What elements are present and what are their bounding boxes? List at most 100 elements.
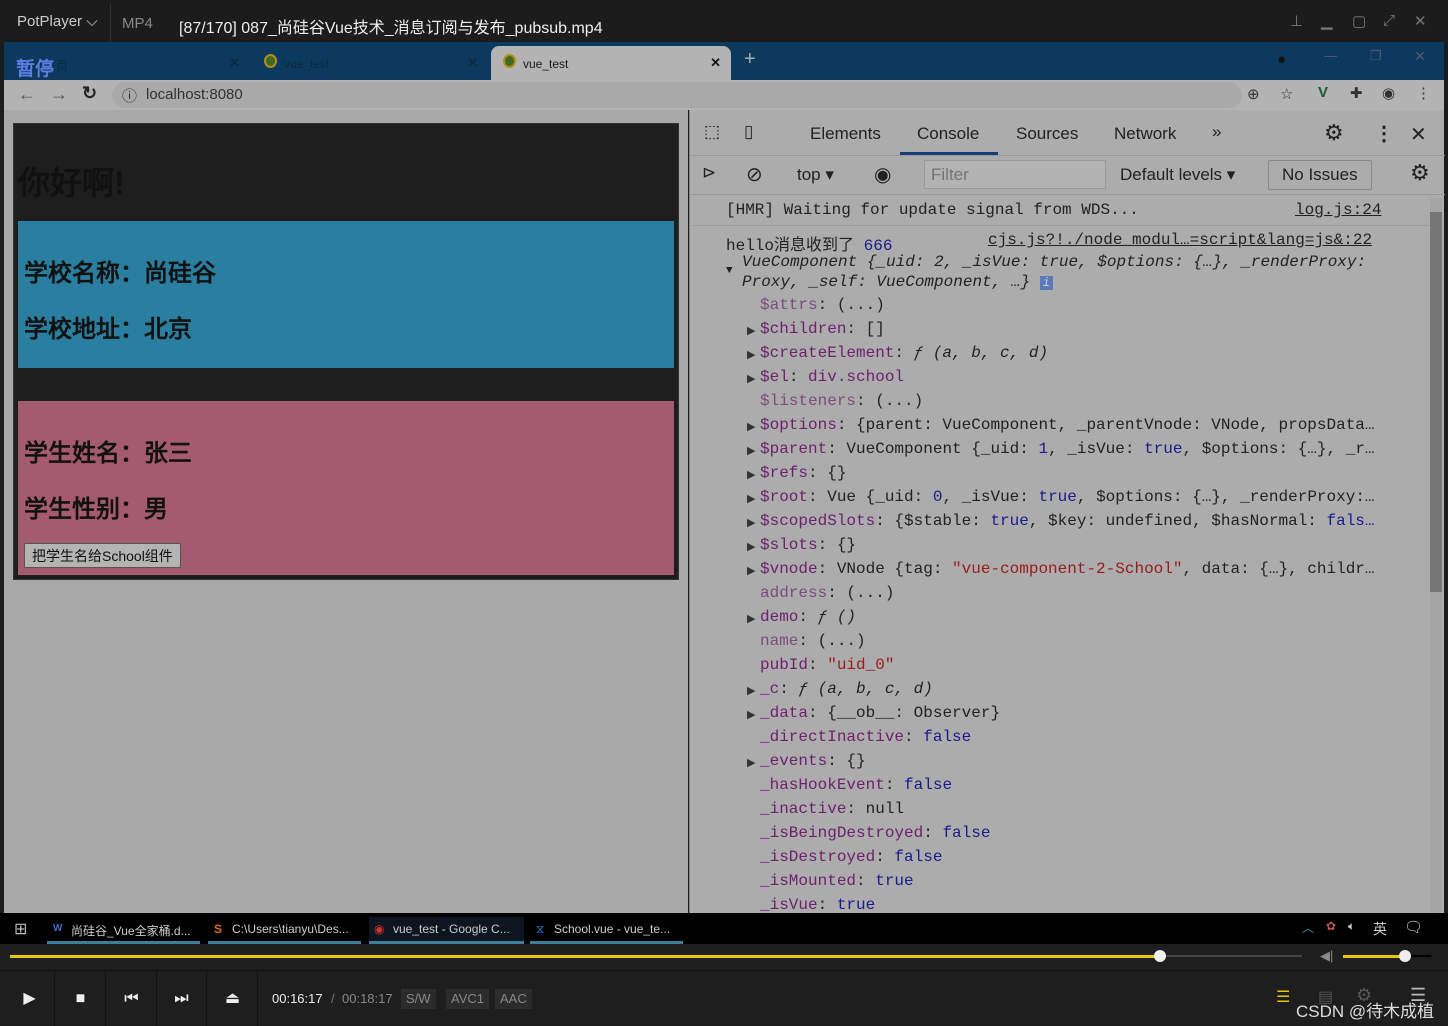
expand-triangle-icon[interactable]: ▶: [747, 564, 755, 578]
live-expression-eye-icon[interactable]: ◉: [874, 162, 891, 187]
audio-codec-badge[interactable]: AAC: [495, 989, 532, 1009]
record-icon[interactable]: ●: [1277, 51, 1286, 68]
property-row[interactable]: ▶ demo: ƒ (): [747, 608, 856, 632]
pin-icon[interactable]: ⊥: [1290, 12, 1303, 30]
taskbar-item-vscode[interactable]: ⧖ School.vue - vue_te...: [530, 917, 683, 944]
close-tab-icon[interactable]: ✕: [229, 55, 240, 71]
expand-triangle-icon[interactable]: ▶: [747, 372, 755, 386]
expand-triangle-icon[interactable]: ▶: [747, 420, 755, 434]
more-options-icon[interactable]: ⋮: [1374, 121, 1394, 146]
window-minimize-icon[interactable]: —: [1324, 48, 1337, 63]
ime-indicator[interactable]: 英: [1373, 919, 1387, 939]
tray-volume-icon[interactable]: 🔈︎: [1348, 919, 1355, 934]
context-select[interactable]: top ▾: [797, 165, 834, 185]
tab-console[interactable]: Console: [917, 124, 979, 144]
clear-console-icon[interactable]: ⊘: [746, 162, 763, 187]
expand-triangle-icon[interactable]: ▶: [747, 708, 755, 722]
scrollbar-thumb[interactable]: [1430, 212, 1442, 592]
window-close-icon[interactable]: ✕: [1414, 48, 1426, 65]
video-codec-badge[interactable]: AVC1: [446, 989, 489, 1009]
property-row[interactable]: ▶ $vnode: VNode {tag: "vue-component-2-Sc…: [747, 560, 1375, 584]
expand-triangle-icon[interactable]: ▶: [747, 684, 755, 698]
previous-icon[interactable]: ⏮︎: [107, 971, 157, 1026]
collapse-triangle-icon[interactable]: ▼: [726, 265, 733, 277]
browser-menu-icon[interactable]: ⋮: [1416, 84, 1431, 102]
fullscreen-icon[interactable]: ⤢: [1383, 12, 1395, 29]
extensions-icon[interactable]: ✚: [1350, 84, 1363, 102]
tab-elements[interactable]: Elements: [810, 124, 881, 144]
window-restore-icon[interactable]: ❐: [1370, 48, 1382, 64]
property-row[interactable]: ▶ $refs: {}: [747, 464, 846, 488]
property-row[interactable]: ▶ $scopedSlots: {$stable: true, $key: und…: [747, 512, 1375, 536]
notification-icon[interactable]: 🗨︎: [1404, 918, 1423, 936]
url-input[interactable]: ⓘ localhost:8080 ⊕ ☆: [112, 82, 1293, 108]
expand-triangle-icon[interactable]: ▶: [747, 612, 755, 626]
expand-triangle-icon[interactable]: ▶: [747, 468, 755, 482]
profile-avatar-icon[interactable]: ◉: [1382, 84, 1395, 102]
close-tab-icon[interactable]: ✕: [467, 55, 478, 71]
windows-start-icon[interactable]: ⊞: [14, 919, 27, 939]
new-tab-icon[interactable]: +: [744, 48, 756, 71]
property-row[interactable]: ▶ $createElement: ƒ (a, b, c, d): [747, 344, 1048, 368]
expand-triangle-icon[interactable]: ▶: [747, 756, 755, 770]
close-devtools-icon[interactable]: ✕: [1410, 122, 1427, 147]
property-row[interactable]: ▶ _events: {}: [747, 752, 866, 776]
stop-icon[interactable]: ■: [56, 971, 106, 1026]
tab-network[interactable]: Network: [1114, 124, 1176, 144]
volume-icon[interactable]: ◀︎|: [1320, 948, 1333, 964]
reload-icon[interactable]: ↻: [82, 83, 97, 104]
close-icon[interactable]: ✕: [1414, 12, 1427, 30]
property-row[interactable]: ▶ $el: div.school: [747, 368, 904, 392]
expand-triangle-icon[interactable]: ▶: [747, 444, 755, 458]
expand-triangle-icon[interactable]: ▶: [747, 540, 755, 554]
filter-input[interactable]: [924, 160, 1106, 189]
taskbar-item-word[interactable]: W 尚硅谷_Vue全家桶.d...: [47, 917, 200, 944]
object-summary[interactable]: VueComponent {_uid: 2, _isVue: true, $op…: [742, 253, 1366, 271]
tab-vue-test[interactable]: vue_test ✕: [252, 46, 488, 80]
play-icon[interactable]: ▶: [5, 971, 55, 1026]
zoom-icon[interactable]: ⊕: [1247, 85, 1260, 103]
minimize-icon[interactable]: ▁: [1321, 12, 1333, 30]
settings-gear-icon[interactable]: ⚙: [1324, 120, 1344, 146]
volume-handle[interactable]: [1398, 950, 1411, 962]
taskbar-item-chrome[interactable]: ◉ vue_test - Google C...: [369, 917, 524, 944]
seek-handle[interactable]: [1153, 950, 1166, 962]
tab-vue-test-active[interactable]: vue_test ✕: [491, 46, 731, 80]
expand-triangle-icon[interactable]: ▶: [747, 324, 755, 338]
device-toggle-icon[interactable]: ▯: [744, 122, 753, 142]
log-levels-select[interactable]: Default levels ▾: [1120, 165, 1235, 185]
next-icon[interactable]: ⏭︎: [157, 971, 207, 1026]
send-student-name-button[interactable]: 把学生名给School组件: [24, 543, 181, 568]
renderer-badge[interactable]: S/W: [401, 989, 436, 1009]
tray-app-icon[interactable]: ✿: [1326, 919, 1336, 933]
property-row[interactable]: ▶ _c: ƒ (a, b, c, d): [747, 680, 933, 704]
tab-sources[interactable]: Sources: [1016, 124, 1078, 144]
sidebar-toggle-icon[interactable]: ⊳: [702, 163, 716, 183]
console-scrollbar[interactable]: [1430, 198, 1442, 913]
issues-button[interactable]: No Issues: [1268, 160, 1372, 190]
console-settings-icon[interactable]: ⚙: [1410, 160, 1430, 186]
tray-expand-icon[interactable]: ︿: [1302, 919, 1314, 936]
more-tabs-icon[interactable]: »: [1212, 122, 1221, 142]
source-link[interactable]: log.js:24: [1295, 201, 1381, 219]
expand-triangle-icon[interactable]: ▶: [747, 348, 755, 362]
bookmark-star-icon[interactable]: ☆: [1280, 85, 1293, 103]
seek-bar[interactable]: [10, 950, 1302, 962]
property-row[interactable]: ▶ $root: Vue {_uid: 0, _isVue: true, $opt…: [747, 488, 1375, 512]
expand-triangle-icon[interactable]: ▶: [747, 516, 755, 530]
info-badge-icon[interactable]: i: [1039, 276, 1053, 290]
close-tab-icon[interactable]: ✕: [710, 55, 721, 71]
playlist-search-icon[interactable]: ☰: [1276, 987, 1290, 1007]
forward-icon[interactable]: →: [50, 84, 68, 105]
volume-slider[interactable]: [1343, 950, 1431, 962]
taskbar-item-sublime[interactable]: S C:\Users\tianyu\Des...: [208, 917, 361, 944]
back-icon[interactable]: ←: [18, 84, 36, 105]
vue-devtools-icon[interactable]: V: [1318, 84, 1328, 101]
source-link[interactable]: cjs.js?!./node_modul…=script&lang=js&:22: [988, 231, 1372, 249]
inspect-element-icon[interactable]: ⬚: [704, 122, 720, 142]
property-row[interactable]: ▶ _data: {__ob__: Observer}: [747, 704, 1000, 728]
property-row[interactable]: ▶ $children: []: [747, 320, 885, 344]
property-row[interactable]: ▶ $parent: VueComponent {_uid: 1, _isVue:…: [747, 440, 1375, 464]
expand-triangle-icon[interactable]: ▶: [747, 492, 755, 506]
maximize-icon[interactable]: ▢: [1352, 12, 1366, 30]
